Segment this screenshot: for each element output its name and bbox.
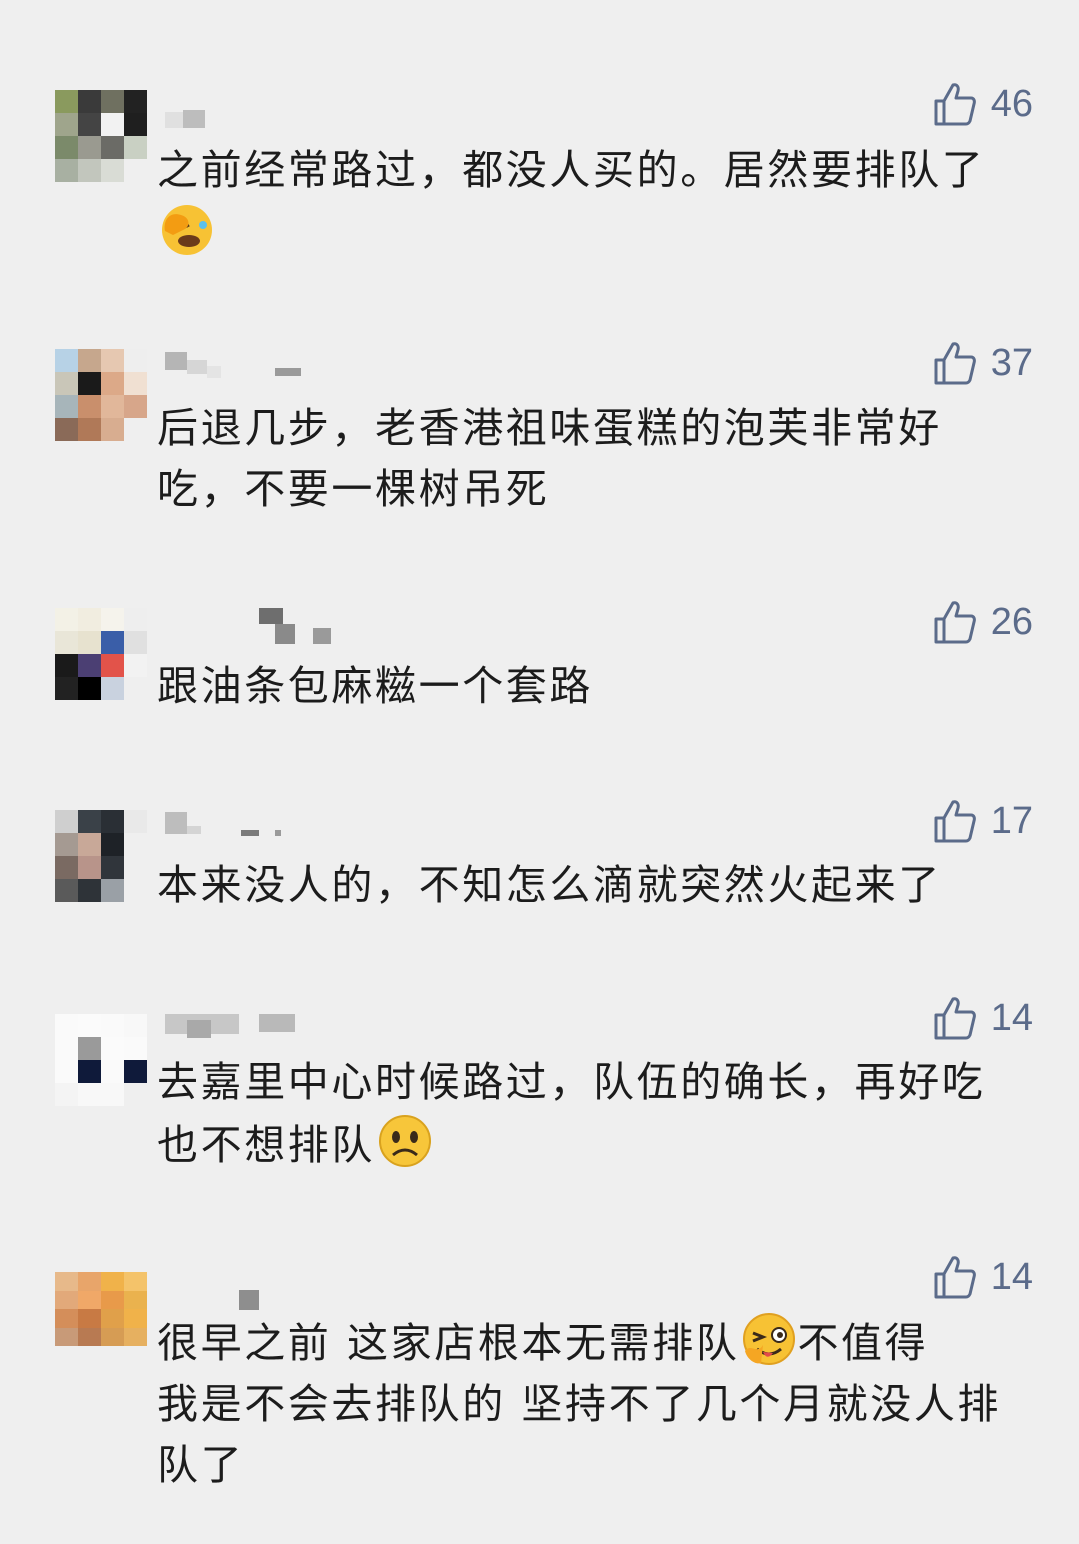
username-masked[interactable] bbox=[157, 352, 337, 378]
avatar[interactable] bbox=[55, 1014, 147, 1106]
comment-text: 本来没人的，不知怎么滴就突然火起来了 bbox=[157, 861, 942, 909]
like-count: 26 bbox=[990, 601, 1033, 643]
like-count: 37 bbox=[990, 342, 1033, 384]
frown-emoji-icon bbox=[377, 1113, 433, 1169]
username-masked[interactable] bbox=[157, 812, 297, 836]
like-button[interactable]: 37 bbox=[933, 339, 1033, 387]
avatar[interactable] bbox=[55, 349, 147, 441]
avatar[interactable] bbox=[55, 810, 147, 902]
comment-text-part: 很早之前 这家店根本无需排队 bbox=[157, 1319, 740, 1367]
comment-text: 去嘉里中心时候路过，队伍的确长，再好吃也不想排队 bbox=[157, 1052, 1017, 1176]
like-count: 14 bbox=[990, 997, 1033, 1039]
facepalm-emoji-icon bbox=[159, 201, 215, 257]
comment-text: 很早之前 这家店根本无需排队 不值得 我是不会去排队的 坚持不了几个月就没人排队了 bbox=[157, 1311, 1017, 1496]
like-button[interactable]: 14 bbox=[933, 1253, 1033, 1301]
wink-tongue-emoji-icon bbox=[741, 1311, 797, 1367]
like-button[interactable]: 26 bbox=[933, 598, 1033, 646]
avatar[interactable] bbox=[55, 90, 147, 182]
thumbs-up-icon bbox=[933, 340, 977, 386]
avatar[interactable] bbox=[55, 1272, 147, 1346]
comment-text-part: 之前经常路过，都没人买的。居然要排队了 bbox=[157, 146, 986, 194]
thumbs-up-icon bbox=[933, 599, 977, 645]
username-masked[interactable] bbox=[157, 1288, 277, 1312]
like-button[interactable]: 17 bbox=[933, 797, 1033, 845]
thumbs-up-icon bbox=[933, 1254, 977, 1300]
thumbs-up-icon bbox=[933, 995, 977, 1041]
like-button[interactable]: 14 bbox=[933, 994, 1033, 1042]
username-masked[interactable] bbox=[157, 1014, 307, 1038]
like-count: 46 bbox=[990, 83, 1033, 125]
comment-text: 后退几步，老香港祖味蛋糕的泡芙非常好吃，不要一棵树吊死 bbox=[157, 404, 942, 513]
like-button[interactable]: 46 bbox=[933, 80, 1033, 128]
comment-text: 之前经常路过，都没人买的。居然要排队了 bbox=[157, 140, 1017, 264]
comment-text: 跟油条包麻糍一个套路 bbox=[157, 662, 593, 710]
thumbs-up-icon bbox=[933, 798, 977, 844]
like-count: 17 bbox=[990, 800, 1033, 842]
comment-text-part: 去嘉里中心时候路过，队伍的确长，再好吃也不想排队 bbox=[157, 1058, 986, 1169]
username-masked[interactable] bbox=[157, 110, 217, 134]
like-count: 14 bbox=[990, 1256, 1033, 1298]
username-masked[interactable] bbox=[157, 608, 337, 644]
avatar[interactable] bbox=[55, 608, 147, 700]
thumbs-up-icon bbox=[933, 81, 977, 127]
